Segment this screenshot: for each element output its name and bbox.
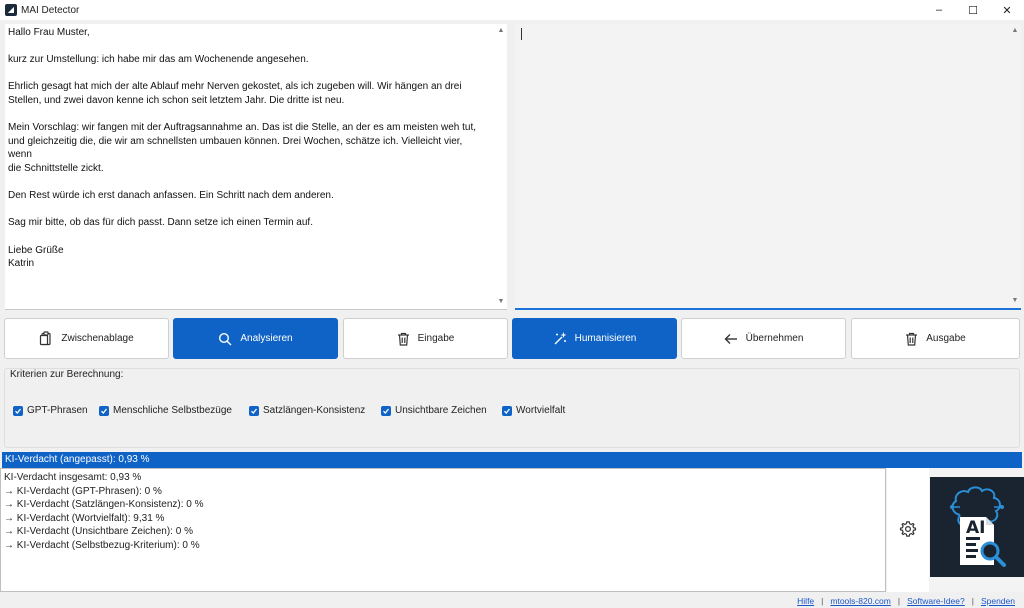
window-controls: – ☐ ✕ xyxy=(922,0,1024,20)
clipboard-button-label: Zwischenablage xyxy=(61,333,134,344)
minimize-button[interactable]: – xyxy=(922,0,956,20)
result-line: → KI-Verdacht (Unsichtbare Zeichen): 0 % xyxy=(4,526,193,537)
trash-icon xyxy=(905,332,918,346)
settings-button[interactable] xyxy=(887,468,929,592)
result-line: → KI-Verdacht (GPT-Phrasen): 0 % xyxy=(4,485,162,497)
scroll-up-arrow-icon[interactable]: ▲ xyxy=(495,26,507,36)
analyze-button[interactable]: Analysieren xyxy=(173,318,338,359)
checkbox-checked-icon xyxy=(249,405,259,416)
checkbox-word-variety[interactable]: Wortvielfalt xyxy=(502,405,565,416)
text-line: Hallo Frau Muster, xyxy=(8,27,90,38)
text-line: Mein Vorschlag: wir fangen mit der Auftr… xyxy=(8,122,477,134)
checkbox-invisible-characters[interactable]: Unsichtbare Zeichen xyxy=(381,405,487,416)
clipboard-icon xyxy=(39,331,53,346)
text-line: kurz zur Umstellung: ich habe mir das am… xyxy=(8,54,309,66)
criteria-group: Kriterien zur Berechnung: GPT-Phrasen Me… xyxy=(4,368,1020,448)
text-line: Den Rest würde ich erst danach anfassen.… xyxy=(8,190,334,202)
analyze-button-label: Analysieren xyxy=(240,333,293,344)
result-lines: KI-Verdacht insgesamt: 0,93 % → KI-Verdac… xyxy=(1,469,885,552)
scroll-down-arrow-icon[interactable]: ▼ xyxy=(495,297,507,307)
clear-input-button-label: Eingabe xyxy=(417,333,455,344)
scroll-down-arrow-icon[interactable]: ▼ xyxy=(1009,296,1021,306)
checkbox-label: Satzlängen-Konsistenz xyxy=(263,405,366,416)
clear-output-button-label: Ausgabe xyxy=(926,333,966,344)
separator: | xyxy=(897,596,901,606)
magic-wand-icon xyxy=(553,331,567,346)
text-line: Katrin xyxy=(8,258,35,270)
action-button-row: Zwischenablage Analysieren Eingabe Human… xyxy=(4,318,1020,359)
arrow-left-icon xyxy=(724,333,738,345)
checkbox-checked-icon xyxy=(99,405,109,416)
app-logo-icon: ◢ xyxy=(5,4,17,16)
clear-input-button[interactable]: Eingabe xyxy=(343,318,508,359)
input-text-content: Hallo Frau Muster, kurz zur Umstellung: i… xyxy=(8,26,488,271)
checkbox-checked-icon xyxy=(13,405,23,416)
result-line: → KI-Verdacht (Wortvielfalt): 9,31 % xyxy=(4,512,165,524)
text-paragraph: Sag mir bitte, ob das für dich passt. Da… xyxy=(8,216,488,230)
result-details-area[interactable]: KI-Verdacht insgesamt: 0,93 % → KI-Verdac… xyxy=(0,468,886,592)
text-caret xyxy=(521,28,522,40)
text-paragraph: Liebe Grüße Katrin xyxy=(8,244,488,271)
result-header: KI-Verdacht (angepasst): 0,93 % xyxy=(2,452,1022,468)
checkbox-checked-icon xyxy=(381,405,391,416)
logo-ai-text: AI xyxy=(966,518,985,538)
output-scrollbar[interactable]: ▲ ▼ xyxy=(1009,24,1021,308)
checkbox-label: Wortvielfalt xyxy=(516,405,566,416)
text-line: Liebe Grüße xyxy=(8,244,64,256)
logo-area: AI xyxy=(929,468,1024,592)
apply-button-label: Übernehmen xyxy=(745,333,804,344)
status-bar: Hilfe | mtools-820.com | Software-Idee? … xyxy=(0,592,1024,608)
text-line: Stellen, und zwei davon kenne ich schon … xyxy=(8,94,345,106)
result-line: → KI-Verdacht (Selbstbezug-Kriterium): 0… xyxy=(4,539,200,551)
title-bar: ◢ MAI Detector – ☐ ✕ xyxy=(0,0,1024,20)
criteria-label: Kriterien zur Berechnung: xyxy=(10,369,124,380)
text-paragraph: Hallo Frau Muster, xyxy=(8,26,488,40)
clear-output-button[interactable]: Ausgabe xyxy=(851,318,1020,359)
scroll-up-arrow-icon[interactable]: ▲ xyxy=(1009,26,1021,36)
maximize-button[interactable]: ☐ xyxy=(956,0,990,20)
help-link[interactable]: Hilfe xyxy=(797,596,814,606)
close-button[interactable]: ✕ xyxy=(990,0,1024,20)
humanize-button-label: Humanisieren xyxy=(574,333,637,344)
gear-icon xyxy=(899,520,917,541)
output-text-area[interactable]: ▲ ▼ xyxy=(515,24,1021,310)
checkbox-sentence-length-consistency[interactable]: Satzlängen-Konsistenz xyxy=(249,405,365,416)
trash-icon xyxy=(397,332,410,346)
input-scrollbar[interactable]: ▲ ▼ xyxy=(495,24,507,309)
checkbox-gpt-phrases[interactable]: GPT-Phrasen xyxy=(13,405,88,416)
checkbox-human-self-references[interactable]: Menschliche Selbstbezüge xyxy=(99,405,232,416)
result-line: KI-Verdacht insgesamt: 0,93 % xyxy=(4,472,142,483)
text-line: und gleichzeitig die, die wir am schnell… xyxy=(8,135,463,161)
donate-link[interactable]: Spenden xyxy=(981,596,1015,606)
text-paragraph: Den Rest würde ich erst danach anfassen.… xyxy=(8,189,488,203)
checkbox-label: Unsichtbare Zeichen xyxy=(395,405,487,416)
checkbox-label: GPT-Phrasen xyxy=(27,405,88,416)
separator: | xyxy=(971,596,974,606)
humanize-button[interactable]: Humanisieren xyxy=(512,318,677,359)
text-paragraph: Ehrlich gesagt hat mich der alte Ablauf … xyxy=(8,80,488,107)
ai-document-logo-icon: AI xyxy=(930,477,1024,577)
clipboard-button[interactable]: Zwischenablage xyxy=(4,318,169,359)
search-icon xyxy=(218,332,232,346)
result-line: → KI-Verdacht (Satzlängen-Konsistenz): 0… xyxy=(4,499,204,510)
text-line: Ehrlich gesagt hat mich der alte Ablauf … xyxy=(8,81,462,93)
input-text-area[interactable]: Hallo Frau Muster, kurz zur Umstellung: i… xyxy=(5,24,507,310)
text-line: die Schnittstelle zickt. xyxy=(8,162,104,174)
footer-links: Hilfe | mtools-820.com | Software-Idee? … xyxy=(797,596,1015,606)
checkbox-checked-icon xyxy=(502,405,512,416)
software-idea-link[interactable]: Software-Idee? xyxy=(907,596,965,606)
text-line: Sag mir bitte, ob das für dich passt. Da… xyxy=(8,217,313,229)
separator: | xyxy=(821,596,824,606)
checkbox-label: Menschliche Selbstbezüge xyxy=(113,405,232,416)
apply-button[interactable]: Übernehmen xyxy=(681,318,846,359)
website-link[interactable]: mtools-820.com xyxy=(830,596,890,606)
window-title: MAI Detector xyxy=(21,4,80,16)
text-paragraph: Mein Vorschlag: wir fangen mit der Auftr… xyxy=(8,121,488,175)
text-paragraph: kurz zur Umstellung: ich habe mir das am… xyxy=(8,53,488,67)
